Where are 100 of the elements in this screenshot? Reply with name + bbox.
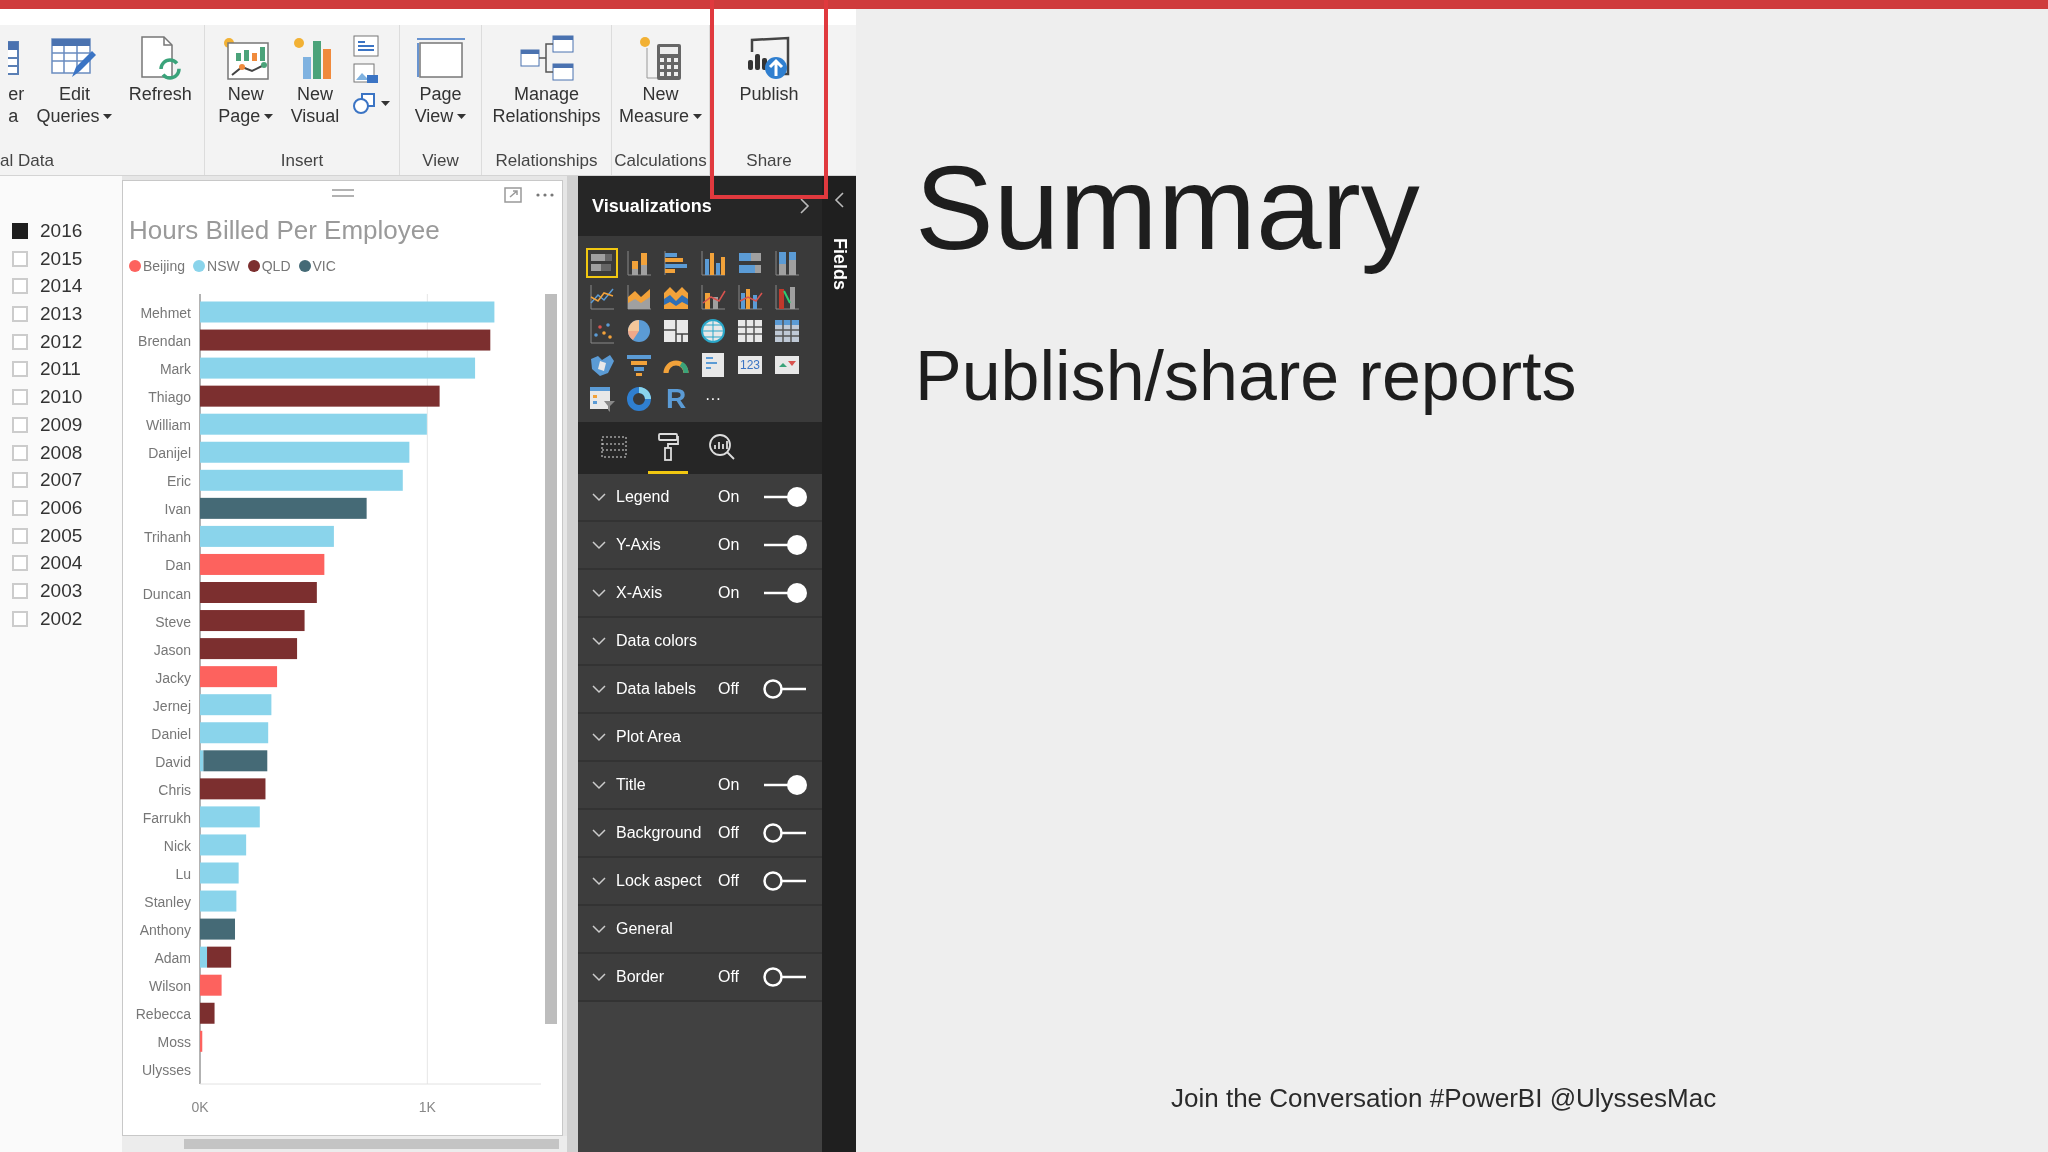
format-section[interactable]: X-Axis On <box>578 570 822 618</box>
format-section[interactable]: Plot Area <box>578 714 822 762</box>
ribbon-button[interactable]: Page View <box>410 31 471 129</box>
section-label: Lock aspect <box>616 872 703 890</box>
category-label: Rebecca <box>135 1006 191 1023</box>
group-label: Relationships <box>495 151 598 171</box>
ribbon-button[interactable]: er a <box>8 31 25 129</box>
category-label: Dan <box>165 557 191 574</box>
year-label: 2011 <box>40 358 81 381</box>
category-label: Daniel <box>151 725 191 742</box>
ribbon-button[interactable]: New Measure <box>615 31 706 129</box>
category-label: Ivan <box>164 501 191 518</box>
section-label: General <box>616 920 674 938</box>
pie-chart-icon[interactable] <box>625 317 653 345</box>
group-label: al Data <box>0 151 54 171</box>
toggle-switch[interactable] <box>762 966 808 988</box>
bar <box>200 722 269 744</box>
chevron-down-icon <box>592 924 606 934</box>
ribbon-button[interactable]: New Page <box>214 31 278 129</box>
shapes-icon <box>352 93 377 115</box>
scrollbar[interactable] <box>184 1139 559 1149</box>
category-label: William <box>145 417 191 434</box>
treemap-icon[interactable] <box>662 317 690 345</box>
magnifier-chart-icon <box>708 432 736 461</box>
line-column-chart-icon[interactable] <box>699 283 727 311</box>
toggle-state: Off <box>718 824 741 842</box>
ribbon-small-button[interactable] <box>352 93 390 115</box>
r-visual-button[interactable]: R <box>660 384 692 414</box>
ribbon-button[interactable]: New Visual <box>286 31 344 129</box>
area-chart-icon[interactable] <box>625 283 653 311</box>
category-label: Jason <box>153 641 191 658</box>
category-label: Chris <box>158 781 191 798</box>
drag-handle-icon[interactable] <box>331 189 354 197</box>
toggle-state: Off <box>718 968 741 986</box>
toggle-switch[interactable] <box>762 534 808 556</box>
category-label: Duncan <box>142 585 191 602</box>
fields-pane-tab[interactable]: Fields <box>828 238 850 290</box>
multi-row-card-icon[interactable] <box>699 351 727 379</box>
chevron-left-icon[interactable] <box>834 192 844 208</box>
format-section[interactable]: Background Off <box>578 810 822 858</box>
clustered-bar-chart-icon[interactable] <box>662 249 690 277</box>
toggle-switch[interactable] <box>762 582 808 604</box>
format-section[interactable]: Legend On <box>578 474 822 522</box>
section-label: Title <box>616 776 647 794</box>
category-label: Mehmet <box>140 305 191 321</box>
category-label: Farrukh <box>142 809 191 826</box>
format-section[interactable]: Data colors <box>578 618 822 666</box>
year-label: 2003 <box>40 579 83 602</box>
category-label: Nick <box>163 837 191 854</box>
toggle-state: On <box>718 584 741 602</box>
bar <box>200 974 222 996</box>
format-section[interactable]: General <box>578 906 822 954</box>
donut-chart-icon[interactable] <box>625 385 653 413</box>
table-icon[interactable] <box>736 317 764 345</box>
category-label: Anthony <box>139 922 191 939</box>
more-options-icon[interactable] <box>536 193 554 197</box>
focus-mode-icon[interactable] <box>504 187 522 203</box>
chevron-down-icon <box>592 636 606 646</box>
year-label: 2014 <box>40 275 83 298</box>
category-label: Jacky <box>155 669 191 686</box>
toggle-switch[interactable] <box>762 678 808 700</box>
format-section[interactable]: Y-Axis On <box>578 522 822 570</box>
ribbon-button[interactable]: Edit Queries <box>32 31 117 129</box>
line-clustered-column-chart-icon[interactable] <box>736 283 764 311</box>
globe-icon[interactable] <box>699 317 727 345</box>
toggle-switch[interactable] <box>762 822 808 844</box>
ribbon-chart-icon[interactable] <box>773 283 801 311</box>
line-chart-icon[interactable] <box>588 283 616 311</box>
toggle-switch[interactable] <box>762 486 808 508</box>
format-section[interactable]: Data labels Off <box>578 666 822 714</box>
matrix-icon[interactable] <box>773 317 801 345</box>
full-column-chart-icon[interactable] <box>773 249 801 277</box>
year-label: 2015 <box>40 247 83 270</box>
slicer-icon[interactable] <box>588 385 616 413</box>
more-visuals-button[interactable]: ··· <box>697 384 729 414</box>
checkbox[interactable] <box>12 223 28 239</box>
section-label: Legend <box>616 488 671 506</box>
bar <box>200 918 235 940</box>
tick-label: 1K <box>418 1099 436 1115</box>
year-label: 2004 <box>40 552 83 575</box>
scatter-chart-icon[interactable] <box>588 317 616 345</box>
ribbon-button[interactable]: Refresh <box>124 31 196 107</box>
stacked-column-chart-icon[interactable] <box>625 249 653 277</box>
ribbon-button[interactable]: Publish <box>735 31 803 107</box>
toggle-state: Off <box>718 872 741 890</box>
toggle-switch[interactable] <box>762 870 808 892</box>
toggle-switch[interactable] <box>762 774 808 796</box>
toggle-state: On <box>718 776 741 794</box>
text-box-icon <box>352 35 379 57</box>
scrollbar[interactable] <box>545 294 557 1024</box>
clustered-column-chart-icon[interactable] <box>699 249 727 277</box>
format-section[interactable]: Title On <box>578 762 822 810</box>
toggle-state: On <box>718 488 741 506</box>
ribbon-button[interactable]: Manage Relationships <box>488 31 605 129</box>
format-section[interactable]: Lock aspect Off <box>578 858 822 906</box>
card-icon[interactable]: 123 <box>738 356 762 374</box>
slide-title: Summary <box>915 142 1420 274</box>
format-section[interactable]: Border Off <box>578 954 822 1002</box>
toggle-state: Off <box>718 680 741 698</box>
chevron-right-icon[interactable] <box>800 198 810 214</box>
